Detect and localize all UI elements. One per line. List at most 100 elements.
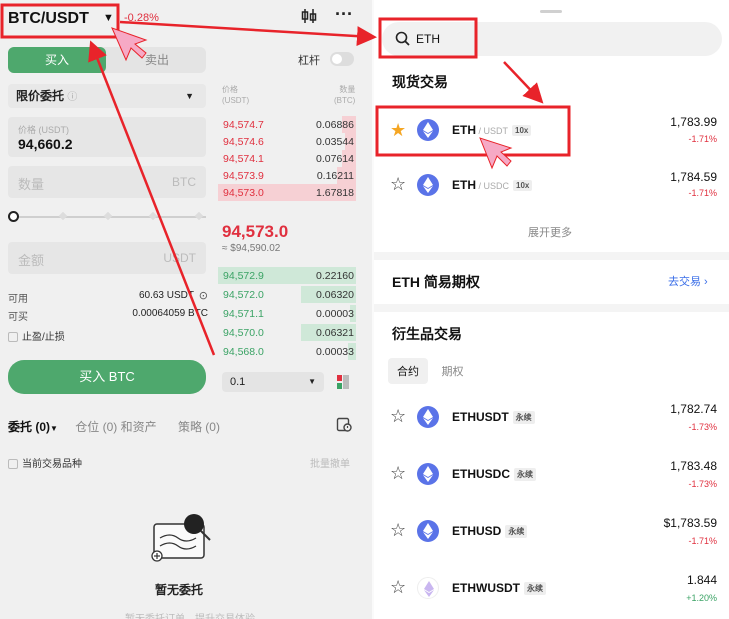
depth-select[interactable]: 0.1 ▼ [222, 372, 324, 392]
ask-price: 94,574.6 [223, 136, 264, 148]
star-outline-icon[interactable]: ☆ [390, 520, 406, 541]
eth-coin-icon [417, 406, 439, 428]
price-field[interactable]: 价格 (USDT) 94,660.2 [8, 117, 206, 157]
ob-qty-header-line1: 数量 [339, 85, 356, 94]
derivatives-section-title: 衍生品交易 [392, 326, 462, 342]
current-symbol-checkbox[interactable]: 当前交易品种 [8, 455, 82, 470]
tab-buy[interactable]: 买入 [8, 47, 106, 73]
bid-qty: 0.00033 [316, 346, 354, 358]
transfer-icon[interactable]: ⊙ [199, 289, 208, 302]
orderbook-ask-row[interactable]: 94,573.9 0.16211 [218, 167, 356, 184]
derivative-row[interactable]: ☆ ETHUSDC 永续 1,783.48 -1.73% [374, 453, 729, 493]
drag-handle[interactable] [540, 10, 562, 13]
checkbox-icon[interactable] [8, 332, 18, 343]
symbol-name: ETHUSDT [452, 410, 509, 424]
last-price-fiat: ≈ $94,590.02 [222, 243, 281, 254]
orderbook-bid-row[interactable]: 94,572.9 0.22160 [218, 267, 356, 284]
derivative-row[interactable]: ☆ ETHUSDT 永续 1,782.74 -1.73% [374, 396, 729, 436]
spot-row-eth-usdt[interactable]: ★ ETH / USDT 10x 1,783.99 -1.71% [374, 110, 729, 150]
amount-field[interactable]: 数量 BTC [8, 166, 206, 198]
derivative-price: 1,783.48 [670, 459, 717, 473]
bid-price: 94,568.0 [223, 346, 264, 358]
tpsl-label: 止盈/止损 [22, 332, 65, 343]
star-filled-icon[interactable]: ★ [390, 120, 406, 141]
spot-price: 1,784.59 [670, 170, 717, 184]
can-buy-row: 可买 0.00064059 BTC [8, 308, 208, 323]
buy-btc-button[interactable]: 买入 BTC [8, 360, 206, 394]
order-type-select[interactable]: 限价委托 ⓘ ▼ [8, 84, 206, 108]
orderbook-bid-row[interactable]: 94,571.1 0.00003 [218, 305, 356, 322]
slider-tick [58, 211, 68, 221]
ask-price: 94,574.7 [223, 119, 264, 131]
ask-qty: 1.67818 [316, 187, 354, 199]
tab-strategy[interactable]: 策略 (0) [178, 420, 220, 434]
symbol-name: ETHUSDC [452, 467, 511, 481]
batch-cancel-button[interactable]: 批量撤单 [310, 455, 350, 470]
spot-section-title: 现货交易 [392, 74, 448, 90]
ob-price-header-line1: 价格 [222, 85, 238, 94]
spot-change: -1.71% [688, 134, 717, 144]
chevron-down-icon[interactable]: ▼ [103, 12, 114, 24]
search-icon [394, 30, 412, 48]
spot-price: 1,783.99 [670, 115, 717, 129]
tab-orders[interactable]: 委托 (0) [8, 420, 50, 434]
tab-positions[interactable]: 仓位 (0) 和资产 [75, 420, 156, 434]
amount-unit: BTC [172, 175, 196, 189]
go-trade-link[interactable]: 去交易 › [668, 273, 708, 289]
bid-qty: 0.06320 [316, 289, 354, 301]
tpsl-checkbox[interactable]: 止盈/止损 [8, 328, 65, 343]
total-placeholder: 金额 [18, 253, 45, 268]
star-outline-icon[interactable]: ☆ [390, 577, 406, 598]
total-field[interactable]: 金额 USDT [8, 242, 206, 274]
current-symbol-label: 当前交易品种 [22, 459, 82, 470]
star-outline-icon[interactable]: ☆ [390, 406, 406, 427]
derivative-change: -1.71% [688, 536, 717, 546]
slider-tick [148, 211, 158, 221]
star-outline-icon[interactable]: ☆ [390, 463, 406, 484]
bid-qty: 0.00003 [316, 308, 354, 320]
leverage-toggle[interactable] [330, 52, 354, 66]
info-icon[interactable]: ⓘ [67, 92, 77, 103]
bid-price: 94,572.0 [223, 289, 264, 301]
orderbook-ask-row[interactable]: 94,574.6 0.03544 [218, 133, 356, 150]
spot-symbol: ETH / USDC 10x [452, 178, 533, 192]
symbol-base: ETH [452, 178, 476, 192]
leverage-label: 杠杆 [298, 55, 320, 67]
derivative-row[interactable]: ☆ ETHWUSDT 永续 1.844 +1.20% [374, 567, 729, 607]
depth-value: 0.1 [230, 376, 246, 388]
orderbook-bid-row[interactable]: 94,570.0 0.06321 [218, 324, 356, 341]
chevron-down-icon: ▼ [308, 377, 316, 386]
spot-change: -1.71% [688, 188, 717, 198]
spot-row-eth-usdc[interactable]: ☆ ETH / USDC 10x 1,784.59 -1.71% [374, 166, 729, 206]
derivative-symbol: ETHUSDT 永续 [452, 410, 535, 425]
tab-contract[interactable]: 合约 [388, 358, 428, 384]
total-unit: USDT [163, 251, 196, 265]
tab-sell[interactable]: 卖出 [108, 47, 206, 73]
orderbook-layout-icon[interactable] [337, 375, 349, 389]
candlestick-icon[interactable] [300, 8, 318, 29]
slider-handle[interactable] [8, 211, 19, 222]
more-icon[interactable]: ··· [335, 4, 353, 25]
chevron-down-icon[interactable]: ▼ [50, 424, 58, 433]
orderbook-bid-row[interactable]: 94,568.0 0.00033 [218, 343, 356, 360]
price-field-value: 94,660.2 [18, 136, 73, 152]
chevron-down-icon: ▼ [185, 91, 194, 101]
eth-coin-icon [417, 174, 439, 196]
orderbook-ask-row[interactable]: 94,574.7 0.06886 [218, 116, 356, 133]
star-outline-icon[interactable]: ☆ [390, 174, 406, 195]
derivative-row[interactable]: ☆ ETHUSD 永续 $1,783.59 -1.71% [374, 510, 729, 550]
orderbook-ask-row[interactable]: 94,573.0 1.67818 [218, 184, 356, 201]
orderbook-ask-row[interactable]: 94,574.1 0.07614 [218, 150, 356, 167]
orderbook-bid-row[interactable]: 94,572.0 0.06320 [218, 286, 356, 303]
amount-placeholder: 数量 [18, 177, 45, 192]
checkbox-icon[interactable] [8, 459, 18, 470]
tab-options[interactable]: 期权 [432, 358, 472, 384]
derivative-symbol: ETHUSDC 永续 [452, 467, 537, 482]
order-history-icon[interactable] [336, 416, 352, 436]
expand-more-link[interactable]: 展开更多 [528, 224, 572, 240]
symbol-name: ETHUSD [452, 524, 502, 538]
pair-selector[interactable]: BTC/USDT [8, 10, 89, 28]
ob-qty-header-line2: (BTC) [334, 96, 356, 105]
search-input[interactable]: ETH [382, 22, 722, 56]
symbol-quote: / USDT [476, 126, 509, 136]
